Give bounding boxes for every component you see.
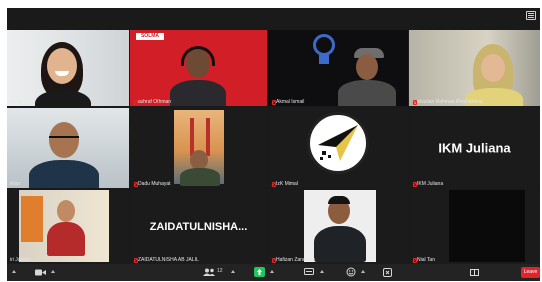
participant-display-name: IKM Juliana	[438, 140, 511, 156]
participant-name: ashraf Othman	[133, 99, 171, 105]
participant-tile[interactable]: iri Jabidin	[7, 190, 129, 264]
participant-tile[interactable]: shazlan Rahman Khairatnsna	[409, 30, 540, 106]
participant-tile[interactable]: SOLMA ashraf Othman	[130, 30, 267, 106]
mic-muted-icon	[133, 99, 138, 105]
participant-name: IzK Mimal	[271, 181, 298, 187]
participant-tile[interactable]: IzK Mimal	[268, 108, 408, 188]
mic-muted-icon	[412, 257, 417, 263]
participant-name: shazlan Rahman Khairatnsna	[412, 99, 483, 105]
chat-icon[interactable]	[304, 268, 314, 276]
participant-tile[interactable]: Dadu Muhayat	[130, 108, 267, 188]
participant-tile[interactable]: ZAIDATULNISHA... ZAIDATULNISHA AB JALIL	[130, 190, 267, 264]
participant-tile[interactable]: IKM Juliana IKM Juliana	[409, 108, 540, 188]
participant-tile[interactable]: Cing	[7, 30, 129, 106]
share-options-caret[interactable]	[270, 270, 274, 273]
participant-count: 12	[217, 268, 223, 274]
bridge-tower	[206, 118, 210, 156]
participant-tile[interactable]: Akmal Ismail	[268, 30, 408, 106]
grid-view-icon[interactable]	[470, 269, 479, 276]
participant-tile[interactable]: iklas	[7, 108, 129, 188]
participants-icon[interactable]	[203, 268, 215, 280]
mic-muted-icon	[271, 99, 276, 105]
bridge-tower	[190, 118, 194, 156]
meeting-toolbar: 12 Leave	[7, 264, 540, 281]
participant-name: iri Jabidin	[10, 257, 32, 263]
participant-name: ZAIDATULNISHA AB JALIL	[133, 257, 199, 263]
chat-options-caret[interactable]	[320, 270, 324, 273]
mic-options-caret[interactable]	[12, 270, 16, 273]
reactions-icon[interactable]	[346, 267, 356, 277]
participant-tile[interactable]: Hafizan Zanuridin	[268, 190, 408, 264]
participant-display-name: ZAIDATULNISHA...	[149, 221, 248, 233]
participant-name: Akmal Ismail	[271, 99, 304, 105]
leave-button[interactable]: Leave	[521, 267, 540, 278]
video-feed	[449, 190, 525, 262]
title-bar	[7, 8, 540, 30]
video-feed	[304, 190, 376, 262]
mic-muted-icon	[412, 181, 417, 187]
share-screen-icon[interactable]	[254, 267, 265, 277]
participant-name: Hafizan Zanuridin	[271, 257, 315, 263]
avatar-logo	[307, 112, 369, 174]
lightbulb-icon	[310, 34, 340, 70]
mic-muted-icon	[133, 181, 138, 187]
stage-banner: SOLMA	[136, 33, 164, 40]
view-menu-icon[interactable]	[526, 11, 536, 20]
backdrop-banner	[21, 196, 43, 242]
participant-name: Cing	[10, 99, 21, 105]
participant-name: Nial Tan	[412, 257, 435, 263]
video-feed	[174, 110, 224, 186]
apps-icon[interactable]	[383, 268, 392, 277]
mic-muted-icon	[271, 257, 276, 263]
participant-name: IKM Juliana	[412, 181, 443, 187]
reactions-caret[interactable]	[361, 270, 365, 273]
mic-muted-icon	[133, 257, 138, 263]
video-feed	[19, 190, 109, 262]
participant-name: iklas	[10, 181, 21, 187]
participants-caret[interactable]	[231, 270, 235, 273]
mic-muted-icon	[271, 181, 276, 187]
meeting-window: Cing SOLMA ashraf Othman Akmal Ismail sh…	[7, 8, 540, 281]
participant-name: Dadu Muhayat	[133, 181, 171, 187]
participant-tile[interactable]: Nial Tan	[409, 190, 540, 264]
paper-plane-icon	[318, 125, 358, 161]
mic-muted-icon	[412, 99, 417, 105]
video-options-caret[interactable]	[51, 270, 55, 273]
microphone-icon[interactable]	[35, 269, 46, 276]
